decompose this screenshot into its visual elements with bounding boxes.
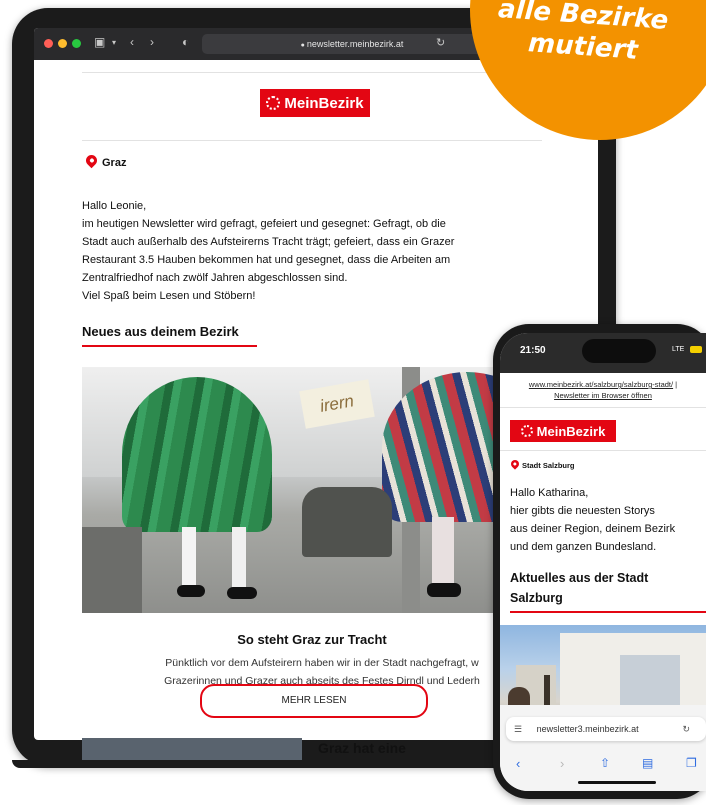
browser-link[interactable]: Newsletter im Browser öffnen bbox=[554, 391, 652, 400]
chevron-left-icon[interactable]: ‹ bbox=[130, 35, 134, 49]
badge-line-2: mutiert bbox=[527, 28, 639, 66]
address-bar[interactable]: ● newsletter.meinbezirk.at bbox=[202, 34, 502, 54]
location-label: Stadt Salzburg bbox=[522, 461, 575, 470]
chevron-right-icon[interactable]: › bbox=[150, 35, 154, 49]
image-windows bbox=[620, 655, 680, 705]
location-pin-icon bbox=[509, 458, 521, 470]
body-line: hier gibts die neuesten Storys bbox=[510, 505, 655, 517]
address-bar-url: newsletter.meinbezirk.at bbox=[306, 39, 404, 49]
reload-icon[interactable]: ↻ bbox=[682, 717, 690, 741]
zoom-window-icon[interactable] bbox=[72, 39, 81, 48]
link-separator: | bbox=[673, 380, 678, 389]
forward-icon[interactable]: › bbox=[560, 756, 564, 771]
brand-logo[interactable]: MeinBezirk bbox=[260, 89, 370, 117]
home-indicator bbox=[578, 781, 656, 784]
section-underline bbox=[82, 345, 257, 347]
status-time: 21:50 bbox=[520, 345, 546, 356]
intro-line: Zentralfriedhof nach zwölf Jahren abgesc… bbox=[82, 272, 348, 284]
divider bbox=[500, 407, 706, 408]
minimize-window-icon[interactable] bbox=[58, 39, 67, 48]
section-title: Neues aus deinem Bezirk bbox=[82, 324, 239, 339]
intro-line: Stadt auch außerhalb des Aufsteirerns Tr… bbox=[82, 236, 455, 248]
location-label: Graz bbox=[102, 157, 127, 169]
address-bar-url: newsletter3.meinbezirk.at bbox=[536, 724, 639, 734]
back-icon[interactable]: ‹ bbox=[516, 756, 520, 771]
image-crowd bbox=[82, 527, 142, 613]
image-shoe bbox=[227, 587, 257, 599]
intro-line: im heutigen Newsletter wird gefragt, gef… bbox=[82, 218, 446, 230]
address-bar[interactable]: ☰ newsletter3.meinbezirk.at ↻ bbox=[506, 717, 706, 741]
location-pin-icon bbox=[83, 152, 100, 169]
image-dancers-bg bbox=[302, 487, 392, 557]
article-image[interactable]: irern bbox=[82, 367, 542, 613]
phone-screen: 21:50 LTE www.meinbezirk.at/salzburg/sal… bbox=[500, 333, 706, 791]
bookmarks-icon[interactable]: ▤ bbox=[642, 756, 653, 770]
next-article-title[interactable]: Graz hat eine bbox=[318, 740, 406, 756]
next-article-image[interactable] bbox=[82, 738, 302, 760]
image-skirt-green bbox=[122, 377, 272, 532]
chevron-down-icon[interactable]: ▾ bbox=[112, 38, 116, 47]
section-underline bbox=[510, 611, 706, 613]
gear-logo-icon bbox=[266, 96, 281, 110]
image-shoe bbox=[427, 583, 461, 597]
article-text: Pünktlich vor dem Aufsteirern haben wir … bbox=[165, 657, 479, 669]
web-link[interactable]: www.meinbezirk.at/salzburg/salzburg-stad… bbox=[529, 380, 673, 389]
greeting: Hallo Katharina, bbox=[510, 487, 589, 499]
greeting: Hallo Leonie, bbox=[82, 200, 147, 212]
image-leg bbox=[182, 527, 196, 587]
intro-line: Viel Spaß beim Lesen und Stöbern! bbox=[82, 290, 256, 302]
article-title[interactable]: So steht Graz zur Tracht bbox=[82, 632, 542, 647]
image-shoe bbox=[177, 585, 205, 597]
divider bbox=[500, 450, 706, 451]
image-leg bbox=[232, 527, 246, 589]
top-links: www.meinbezirk.at/salzburg/salzburg-stad… bbox=[500, 379, 706, 401]
tabs-icon[interactable]: ❐ bbox=[686, 756, 697, 770]
image-leg bbox=[432, 517, 454, 587]
divider bbox=[82, 72, 542, 73]
badge-line-1: alle Bezirke bbox=[497, 0, 670, 36]
body-line: aus deiner Region, deinem Bezirk bbox=[510, 523, 676, 535]
gear-logo-icon bbox=[520, 425, 533, 437]
read-more-button[interactable]: MEHR LESEN bbox=[200, 684, 428, 718]
body-line: und dem ganzen Bundesland. bbox=[510, 541, 657, 553]
brand-name: MeinBezirk bbox=[284, 94, 364, 112]
dynamic-island bbox=[582, 339, 656, 363]
section-title-cont: Salzburg bbox=[510, 591, 563, 605]
divider bbox=[82, 140, 542, 141]
status-bar: 21:50 LTE bbox=[500, 333, 706, 373]
share-icon[interactable]: ⇧ bbox=[600, 756, 610, 770]
reader-icon[interactable]: ☰ bbox=[514, 724, 522, 734]
battery-icon bbox=[690, 346, 702, 353]
section-title: Aktuelles aus der Stadt bbox=[510, 571, 649, 585]
shield-icon[interactable]: ◐ bbox=[182, 35, 189, 49]
status-network: LTE bbox=[672, 346, 685, 353]
sidebar-icon[interactable]: ▣ bbox=[94, 35, 105, 49]
brand-logo[interactable]: MeinBezirk bbox=[510, 420, 616, 442]
reload-icon[interactable]: ↻ bbox=[436, 36, 445, 49]
close-window-icon[interactable] bbox=[44, 39, 53, 48]
brand-name: MeinBezirk bbox=[536, 423, 606, 439]
intro-line: Restaurant 3.5 Hauben bekommen hat und g… bbox=[82, 254, 451, 266]
